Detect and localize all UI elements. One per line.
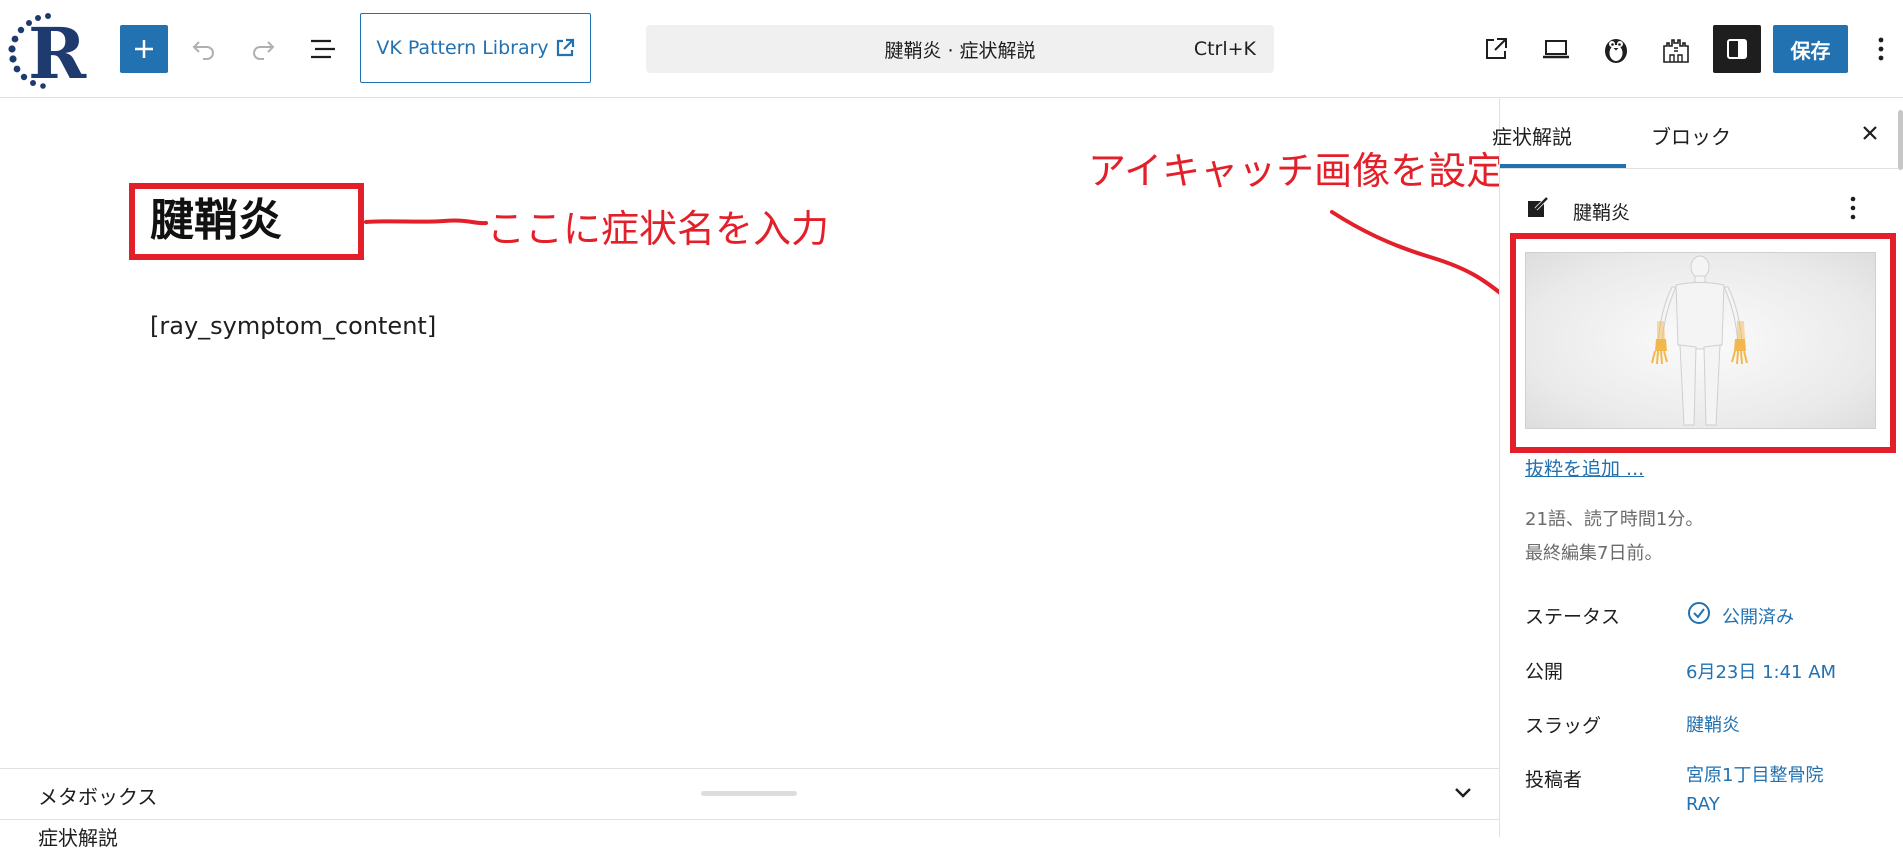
vk-pattern-library-label: VK Pattern Library <box>376 37 549 59</box>
human-body-illustration <box>1651 255 1748 426</box>
add-block-button[interactable] <box>120 25 168 73</box>
word-count-info: 21語、読了時間1分。 <box>1525 509 1704 530</box>
command-shortcut: Ctrl+K <box>1193 38 1256 60</box>
castle-icon <box>1663 39 1689 63</box>
thumbnail-annotation: アイキャッチ画像を設定 <box>1088 149 1505 193</box>
tab-post[interactable]: 症状解説 <box>1492 121 1572 150</box>
post-actions-ellipsis-icon[interactable] <box>1843 195 1863 221</box>
penguin-plugin-button[interactable] <box>1594 27 1638 71</box>
chevron-down-icon[interactable] <box>1452 781 1474 803</box>
sidebar-scrollbar[interactable] <box>1898 110 1903 170</box>
site-logo[interactable]: R <box>4 6 92 92</box>
external-link-icon <box>556 38 574 57</box>
close-icon <box>1863 126 1877 140</box>
preview-device-button[interactable] <box>1534 27 1578 71</box>
close-sidebar-button[interactable] <box>1848 111 1892 155</box>
settings-sidebar-toggle[interactable] <box>1713 25 1761 73</box>
status-label: ステータス <box>1525 606 1621 628</box>
vertical-ellipsis-icon <box>1878 37 1884 61</box>
sidebar-icon <box>1727 39 1747 59</box>
castle-plugin-button[interactable] <box>1654 27 1698 71</box>
publish-date-button[interactable]: 6月23日 1:41 AM <box>1686 658 1836 684</box>
shortcode-paragraph[interactable]: [ray_symptom_content] <box>150 312 436 340</box>
redo-button[interactable] <box>241 27 285 71</box>
tab-block[interactable]: ブロック <box>1651 121 1731 150</box>
status-value-button[interactable]: 公開済み <box>1722 603 1794 629</box>
published-check-icon <box>1688 602 1710 624</box>
slug-value-button[interactable]: 腱鞘炎 <box>1686 711 1740 737</box>
command-palette-bar[interactable]: 腱鞘炎 · 症状解説 Ctrl+K <box>646 25 1274 73</box>
metabox-panel[interactable]: メタボックス <box>0 768 1499 820</box>
redo-icon <box>253 41 275 60</box>
list-view-icon <box>311 39 335 59</box>
vk-pattern-library-button[interactable]: VK Pattern Library <box>360 13 591 83</box>
last-edited-info: 最終編集7日前。 <box>1525 543 1663 564</box>
plus-icon <box>135 40 153 58</box>
metabox-label: メタボックス <box>38 785 158 809</box>
title-annotation: ここに症状名を入力 <box>487 207 830 251</box>
penguin-icon <box>1605 39 1627 63</box>
undo-button[interactable] <box>182 27 226 71</box>
undo-icon <box>192 41 214 60</box>
active-tab-indicator <box>1500 164 1626 168</box>
svg-text:R: R <box>28 12 87 92</box>
publish-label: 公開 <box>1525 661 1564 683</box>
post-summary-title: 腱鞘炎 <box>1573 202 1631 224</box>
author-value-button[interactable]: 宮原1丁目整骨院 RAY <box>1686 761 1856 819</box>
author-label: 投稿者 <box>1525 769 1583 791</box>
document-title: 腱鞘炎 · 症状解説 <box>884 39 1036 62</box>
document-overview-button[interactable] <box>301 27 345 71</box>
add-excerpt-link[interactable]: 抜粋を追加 ... <box>1525 454 1644 481</box>
title-annotation-arrow <box>364 218 488 226</box>
save-button[interactable]: 保存 <box>1773 25 1848 73</box>
post-edit-icon <box>1528 196 1549 217</box>
featured-image[interactable] <box>1525 252 1876 429</box>
options-menu-button[interactable] <box>1866 27 1896 71</box>
view-post-button[interactable] <box>1474 27 1518 71</box>
post-title[interactable]: 腱鞘炎 <box>150 196 282 246</box>
thumbnail-annotation-arrow <box>1330 210 1517 307</box>
resize-handle[interactable] <box>701 791 797 796</box>
external-view-icon <box>1486 38 1507 59</box>
laptop-icon <box>1543 40 1569 59</box>
slug-label: スラッグ <box>1525 715 1602 737</box>
